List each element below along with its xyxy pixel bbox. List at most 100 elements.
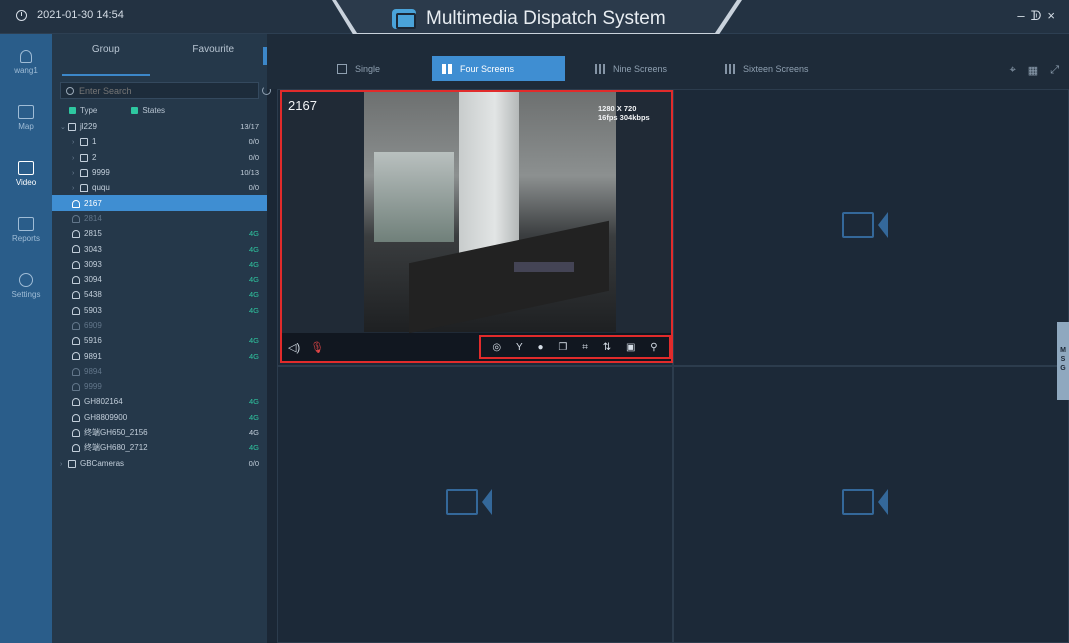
tree-row[interactable]: GH8809900 4G	[52, 410, 267, 425]
mode-four-screens-button[interactable]: Four Screens	[432, 56, 565, 81]
microphone-muted-icon[interactable]: 🎙	[310, 341, 324, 354]
window-controls: – ᗫ ×	[1017, 8, 1055, 24]
tree-row[interactable]: › 2 0/0	[52, 150, 267, 165]
layout-tool-icon[interactable]: ▦	[1028, 64, 1038, 77]
speaker-icon[interactable]: ◁)	[288, 341, 300, 354]
tree-row-label: 6909	[72, 321, 259, 330]
mode-sixteen-screens-button[interactable]: Sixteen Screens	[715, 56, 819, 81]
tree-row-value: 0/0	[248, 152, 259, 162]
checkbox-icon	[131, 107, 139, 114]
user-icon	[72, 276, 80, 284]
tree-row-value: 4G	[248, 412, 259, 422]
tree-row[interactable]: 9894	[52, 364, 267, 379]
search-input[interactable]	[79, 85, 229, 96]
user-icon	[72, 245, 80, 254]
lock-icon[interactable]: ▣	[626, 342, 635, 353]
expand-chevron-icon[interactable]: ›	[72, 185, 80, 192]
nav-settings[interactable]: Settings	[0, 258, 52, 314]
map-icon	[18, 105, 34, 119]
tree-row[interactable]: › GBCameras 0/0	[52, 456, 267, 471]
nav-map-label: Map	[18, 122, 34, 131]
close-button[interactable]: ×	[1047, 8, 1055, 24]
tree-row-label: 2815	[72, 229, 249, 238]
tree-row-label: › 1	[72, 137, 249, 146]
tree-row[interactable]: › ququ 0/0	[52, 180, 267, 195]
search-box	[60, 82, 271, 99]
nav-map[interactable]: Map	[0, 90, 52, 146]
user-profile-button[interactable]: wang1	[0, 34, 52, 90]
tree-row[interactable]: GH802164 4G	[52, 394, 267, 409]
tree-row[interactable]: 5916 4G	[52, 333, 267, 348]
mode-single-button[interactable]: Single	[327, 56, 390, 81]
tree-row[interactable]: 终端GH650_2156 4G	[52, 425, 267, 440]
nav-video[interactable]: Video	[0, 146, 52, 202]
tree-row[interactable]: 3043 4G	[52, 241, 267, 256]
states-filter-checkbox[interactable]: States	[131, 106, 165, 115]
expand-chevron-icon[interactable]: ›	[72, 139, 80, 146]
tree-row-label: › 2	[72, 153, 249, 162]
tree-row[interactable]: 9891 4G	[52, 348, 267, 363]
video-cell-3[interactable]	[277, 366, 673, 643]
tree-row-label: › GBCameras	[60, 459, 249, 468]
tree-row[interactable]: 2167	[52, 195, 267, 211]
tab-group[interactable]: Group	[52, 34, 160, 76]
expand-chevron-icon[interactable]: ›	[72, 155, 80, 162]
flip-icon[interactable]: ⇅	[603, 342, 611, 353]
tree-row-value: 0/0	[248, 458, 259, 468]
tree-row-label: 9894	[72, 367, 259, 376]
antenna-icon[interactable]: Y	[516, 342, 523, 353]
tree-row-value: 10/13	[240, 168, 259, 178]
vehicle-icon	[80, 168, 88, 177]
search-icon	[66, 86, 74, 95]
restore-button[interactable]: ᗫ	[1031, 8, 1042, 24]
active-video-window[interactable]: 2167 1280 X 720 16fps 304kbps ◁) 🎙 ◎ Y ●…	[280, 90, 673, 363]
group-icon	[80, 153, 88, 162]
tree-row[interactable]: 3094 4G	[52, 272, 267, 287]
tree-row[interactable]: › 9999 10/13	[52, 165, 267, 180]
tree-row[interactable]: ⌄ jl229 13/17	[52, 119, 267, 134]
tree-row[interactable]: 2814	[52, 211, 267, 226]
pin-icon[interactable]: ⚲	[650, 342, 657, 353]
tree-row[interactable]: 3093 4G	[52, 257, 267, 272]
antenna-tool-icon[interactable]: ⌖	[1010, 64, 1016, 77]
tree-row-text: GH802164	[84, 397, 123, 407]
tree-row-text: 9999	[84, 382, 102, 392]
video-feed	[364, 92, 616, 334]
crop-icon[interactable]: ⌗	[582, 342, 588, 353]
type-filter-checkbox[interactable]: Type	[69, 106, 97, 115]
tree-row[interactable]: 6909	[52, 318, 267, 333]
fullscreen-icon[interactable]: ⤢	[1050, 64, 1059, 77]
camera-placeholder-icon	[446, 485, 494, 519]
nav-reports[interactable]: Reports	[0, 202, 52, 258]
tree-row[interactable]: 9999	[52, 379, 267, 394]
minimize-button[interactable]: –	[1017, 8, 1024, 24]
tree-row-text: GH8809900	[84, 412, 128, 422]
tree-row-text: ququ	[92, 183, 110, 193]
snapshot-icon[interactable]: ◎	[492, 342, 501, 353]
tree-row-text: 9894	[84, 366, 102, 376]
tree-row[interactable]: › 1 0/0	[52, 134, 267, 149]
video-cell-2[interactable]	[673, 89, 1069, 366]
mode-nine-screens-button[interactable]: Nine Screens	[585, 56, 677, 81]
tree-row[interactable]: 5438 4G	[52, 287, 267, 302]
side-drawer-tab[interactable]: M S G	[1057, 322, 1069, 400]
tree-row-text: GBCameras	[80, 458, 125, 468]
tree-row-text: jl229	[80, 122, 97, 132]
datetime-text: 2021-01-30 14:54	[37, 9, 124, 21]
expand-chevron-icon[interactable]: ⌄	[60, 123, 68, 131]
tree-row[interactable]: 2815 4G	[52, 226, 267, 241]
video-cell-4[interactable]	[673, 366, 1069, 643]
tree-row[interactable]: 终端GH680_2712 4G	[52, 440, 267, 455]
tab-favourite[interactable]: Favourite	[160, 34, 268, 76]
clock-icon	[16, 9, 27, 21]
tree-row-value: 4G	[248, 229, 259, 239]
user-icon	[72, 260, 80, 269]
tree-row-label: › ququ	[72, 183, 249, 192]
tree-row-label: › 9999	[72, 168, 240, 177]
expand-chevron-icon[interactable]: ›	[60, 461, 68, 468]
tree-row[interactable]: 5903 4G	[52, 303, 267, 318]
record-icon[interactable]: ●	[538, 342, 544, 353]
app-title: Multimedia Dispatch System	[392, 8, 666, 30]
expand-chevron-icon[interactable]: ›	[72, 170, 80, 177]
copy-icon[interactable]: ❐	[558, 342, 567, 353]
